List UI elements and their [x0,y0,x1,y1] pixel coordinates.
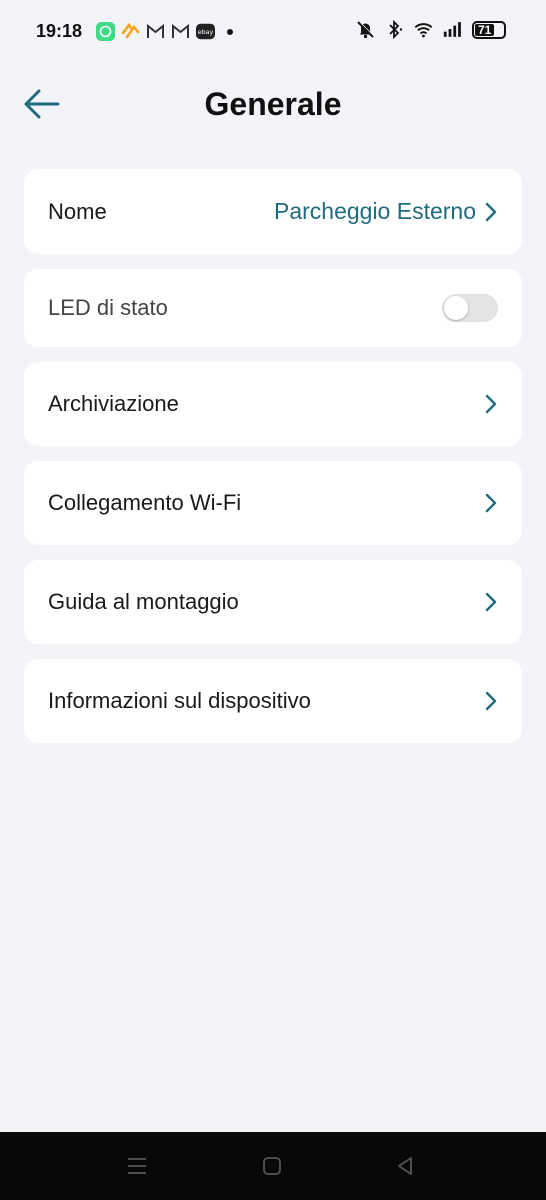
gmail-icon [171,22,190,41]
signal-icon [443,20,462,39]
chevron-right-icon [484,591,498,613]
device-info-label: Informazioni sul dispositivo [48,688,311,713]
mounting-guide-label: Guida al montaggio [48,589,239,614]
wifi-connection-label: Collegamento Wi-Fi [48,490,242,515]
name-value: Parcheggio Esterno [273,198,476,224]
status-bar: 19:18 ebay 71 [0,0,546,64]
chevron-right-icon [484,201,498,223]
navigation-bar [0,1132,546,1200]
svg-text:ebay: ebay [198,29,214,36]
battery-level: 71 [478,22,492,37]
name-label: Nome [48,198,107,224]
chevron-right-icon [484,492,498,514]
whatsapp-icon [96,22,115,41]
chevron-right-icon [484,393,498,415]
battery-icon: 71 [472,20,506,39]
more-notifications-dot [227,28,233,35]
bluetooth-icon [385,20,404,39]
strava-icon [121,22,140,41]
mute-icon [356,20,375,39]
back-nav-button[interactable] [391,1154,421,1178]
toggle-knob [444,296,468,320]
device-info-row[interactable]: Informazioni sul dispositivo [24,659,522,743]
home-icon [263,1157,281,1175]
status-icons: 71 [356,20,506,39]
wifi-connection-row[interactable]: Collegamento Wi-Fi [24,461,522,545]
mounting-guide-row[interactable]: Guida al montaggio [24,560,522,644]
menu-button[interactable] [122,1154,152,1178]
chevron-right-icon [484,690,498,712]
header: Generale [0,70,546,140]
storage-row[interactable]: Archiviazione [24,362,522,446]
status-led-toggle[interactable] [442,294,498,322]
page-title: Generale [204,86,342,122]
ebay-icon: ebay [196,22,215,41]
status-led-label: LED di stato [48,295,168,320]
home-button[interactable] [257,1154,287,1178]
gmail-icon [146,22,165,41]
status-time: 19:18 [36,21,83,41]
name-row[interactable]: Nome Parcheggio Esterno [24,169,522,254]
back-icon [398,1157,412,1175]
notification-icons: ebay [96,22,233,41]
storage-label: Archiviazione [48,391,179,416]
status-led-row: LED di stato [24,269,522,347]
menu-icon [128,1158,146,1174]
wifi-icon [414,20,433,39]
